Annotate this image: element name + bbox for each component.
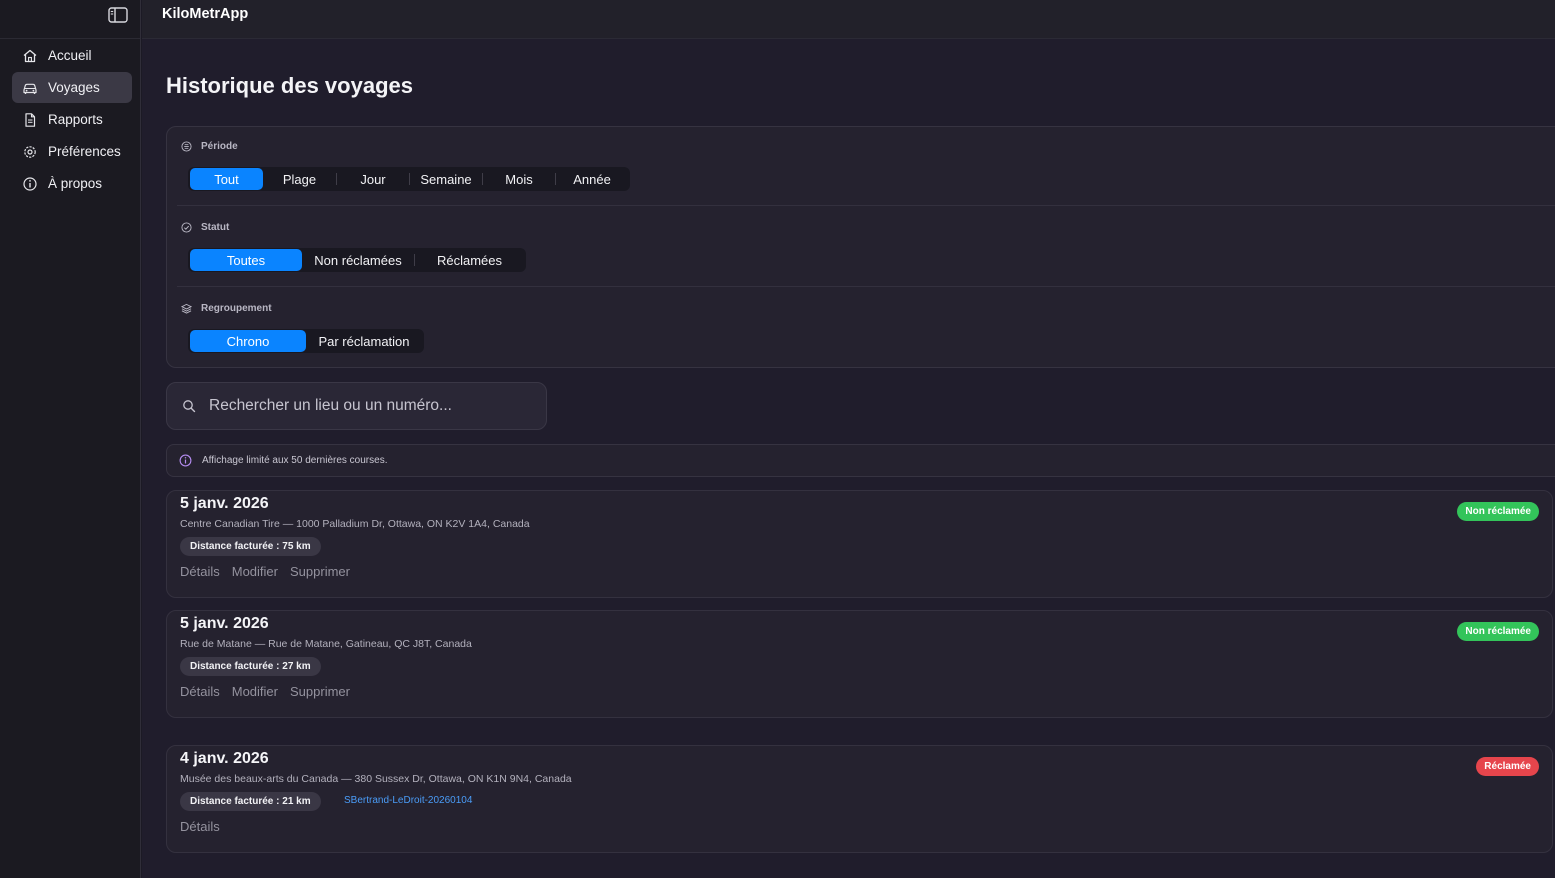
distance-pill: Distance facturée : 21 km — [180, 792, 321, 811]
status-filter-label: Statut — [181, 222, 229, 233]
document-icon — [25, 112, 36, 127]
status-badge: Non réclamée — [1457, 622, 1539, 641]
title-bar: KiloMetrApp — [142, 0, 1555, 39]
distance-pill: Distance facturée : 75 km — [180, 537, 321, 556]
edit-button[interactable]: Modifier — [232, 564, 278, 579]
stack-icon — [181, 303, 192, 314]
period-option-jour[interactable]: Jour — [337, 168, 409, 190]
sidebar-item-a-propos[interactable]: À propos — [12, 168, 132, 199]
trip-address: Centre Canadian Tire — 1000 Palladium Dr… — [180, 518, 530, 530]
sidebar-item-label: Voyages — [48, 80, 100, 95]
distance-pill: Distance facturée : 27 km — [180, 657, 321, 676]
status-option-toutes[interactable]: Toutes — [190, 249, 302, 271]
sidebar-item-label: Rapports — [48, 112, 103, 127]
period-option-tout[interactable]: Tout — [190, 168, 263, 190]
sidebar-toggle-icon[interactable] — [108, 7, 128, 23]
edit-button[interactable]: Modifier — [232, 684, 278, 699]
delete-button[interactable]: Supprimer — [290, 684, 350, 699]
grouping-option-chrono[interactable]: Chrono — [190, 330, 306, 352]
period-option-annee[interactable]: Année — [556, 168, 628, 190]
page-title: Historique des voyages — [166, 73, 413, 98]
status-badge: Réclamée — [1476, 757, 1539, 776]
trip-address: Musée des beaux-arts du Canada — 380 Sus… — [180, 773, 572, 785]
period-option-semaine[interactable]: Semaine — [410, 168, 482, 190]
sidebar-item-accueil[interactable]: Accueil — [12, 40, 132, 71]
filters-panel: Période Tout Plage Jour Semaine Mois Ann… — [166, 126, 1555, 368]
grouping-filter-label: Regroupement — [181, 303, 272, 314]
trip-card: 5 janv. 2026 Centre Canadian Tire — 1000… — [166, 490, 1553, 598]
status-badge: Non réclamée — [1457, 502, 1539, 521]
period-option-plage[interactable]: Plage — [263, 168, 336, 190]
period-label-text: Période — [201, 141, 238, 152]
car-icon — [23, 83, 37, 94]
sidebar-header — [0, 0, 140, 39]
period-option-mois[interactable]: Mois — [483, 168, 555, 190]
trip-actions: Détails — [180, 819, 232, 834]
search-icon — [183, 400, 196, 413]
grouping-label-text: Regroupement — [201, 303, 272, 314]
main-content: Historique des voyages Période Tout Plag… — [142, 39, 1555, 878]
filter-divider — [177, 205, 1555, 206]
trip-card: 4 janv. 2026 Musée des beaux-arts du Can… — [166, 745, 1553, 853]
search-input[interactable] — [207, 396, 531, 416]
sidebar-item-rapports[interactable]: Rapports — [12, 104, 132, 135]
sidebar-item-preferences[interactable]: Préférences — [12, 136, 132, 167]
trip-date: 5 janv. 2026 — [180, 615, 269, 632]
trip-actions: Détails Modifier Supprimer — [180, 684, 362, 699]
gear-icon — [24, 145, 36, 158]
app-title: KiloMetrApp — [162, 6, 249, 22]
trip-date: 4 janv. 2026 — [180, 750, 269, 767]
sidebar-nav: Accueil Voyages Rapports Préférences À p… — [12, 40, 132, 200]
limit-notice: Affichage limité aux 50 dernières course… — [166, 444, 1555, 477]
trip-actions: Détails Modifier Supprimer — [180, 564, 362, 579]
status-label-text: Statut — [201, 222, 230, 233]
grouping-segmented-control: Chrono Par réclamation — [188, 329, 424, 353]
trip-date: 5 janv. 2026 — [180, 495, 269, 512]
details-button[interactable]: Détails — [180, 684, 220, 699]
sidebar-item-label: Préférences — [48, 144, 121, 159]
sidebar-item-label: À propos — [48, 176, 103, 191]
status-option-non-reclamees[interactable]: Non réclamées — [302, 249, 414, 271]
trip-address: Rue de Matane — Rue de Matane, Gatineau,… — [180, 638, 472, 650]
details-button[interactable]: Détails — [180, 819, 220, 834]
sidebar: Accueil Voyages Rapports Préférences À p… — [0, 0, 141, 878]
trip-card: 5 janv. 2026 Rue de Matane — Rue de Mata… — [166, 610, 1553, 718]
status-segmented-control: Toutes Non réclamées Réclamées — [188, 248, 526, 272]
search-field[interactable] — [166, 382, 547, 430]
delete-button[interactable]: Supprimer — [290, 564, 350, 579]
notice-text: Affichage limité aux 50 dernières course… — [202, 455, 388, 466]
sidebar-item-label: Accueil — [48, 48, 92, 63]
sidebar-item-voyages[interactable]: Voyages — [12, 72, 132, 103]
clock-icon — [181, 141, 192, 152]
period-filter-label: Période — [181, 141, 238, 152]
status-option-reclamees[interactable]: Réclamées — [415, 249, 524, 271]
checkmark-circle-icon — [181, 222, 192, 233]
info-icon — [23, 176, 37, 191]
details-button[interactable]: Détails — [180, 564, 220, 579]
info-icon — [179, 454, 192, 467]
house-icon — [23, 49, 37, 62]
grouping-option-par-reclamation[interactable]: Par réclamation — [306, 330, 422, 352]
filter-divider — [177, 286, 1555, 287]
claim-id-link[interactable]: SBertrand-LeDroit-20260104 — [344, 795, 472, 806]
period-segmented-control: Tout Plage Jour Semaine Mois Année — [188, 167, 630, 191]
